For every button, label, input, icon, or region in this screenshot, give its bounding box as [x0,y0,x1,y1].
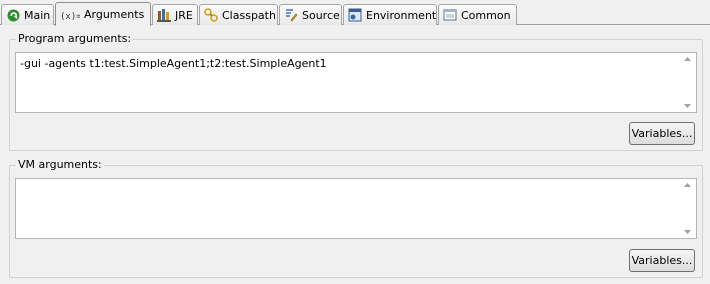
tab-source[interactable]: Source [279,4,342,25]
tab-jre-label: JRE [175,8,193,22]
source-icon [284,8,298,22]
scroll-down-arrow-icon[interactable] [679,226,696,238]
tab-jre[interactable]: JRE [152,4,198,25]
classpath-icon [204,8,218,22]
scroll-up-arrow-icon[interactable] [679,179,696,191]
scroll-up-arrow-icon[interactable] [679,53,696,65]
program-arguments-value: -gui -agents t1:test.SimpleAgent1;t2:tes… [20,57,327,70]
vm-variables-button[interactable]: Variables... [629,249,695,272]
tab-arguments[interactable]: (x)= Arguments [55,2,151,26]
tab-environment-label: Environment [366,8,437,22]
program-arguments-group: Program arguments: -gui -agents t1:test.… [9,32,703,151]
vm-arguments-group: VM arguments: Variables... [9,158,703,278]
program-variables-button[interactable]: Variables... [629,122,695,145]
svg-text:(x)=: (x)= [60,12,80,21]
launch-config-tab-bar: Main (x)= Arguments JRE Classpath Source… [0,0,710,26]
main-run-icon [6,8,20,22]
tab-common[interactable]: Common [438,4,517,25]
program-arguments-textarea[interactable]: -gui -agents t1:test.SimpleAgent1;t2:tes… [15,52,697,113]
tab-arguments-label: Arguments [84,8,145,21]
arguments-icon: (x)= [60,8,80,22]
tab-source-label: Source [302,8,340,22]
common-icon [443,8,457,22]
jre-library-icon [157,8,171,22]
vm-arguments-scrollbar[interactable] [679,179,696,238]
tab-classpath[interactable]: Classpath [199,4,278,25]
scroll-down-arrow-icon[interactable] [679,100,696,112]
vm-arguments-textarea[interactable] [15,178,697,239]
tab-main[interactable]: Main [1,4,54,25]
environment-icon [348,8,362,22]
vm-arguments-title: VM arguments: [16,158,104,171]
tab-environment[interactable]: Environment [343,4,437,25]
program-arguments-scrollbar[interactable] [679,53,696,112]
tab-common-label: Common [461,8,511,22]
tab-classpath-label: Classpath [222,8,276,22]
program-arguments-title: Program arguments: [16,32,134,45]
tab-main-label: Main [24,8,51,22]
